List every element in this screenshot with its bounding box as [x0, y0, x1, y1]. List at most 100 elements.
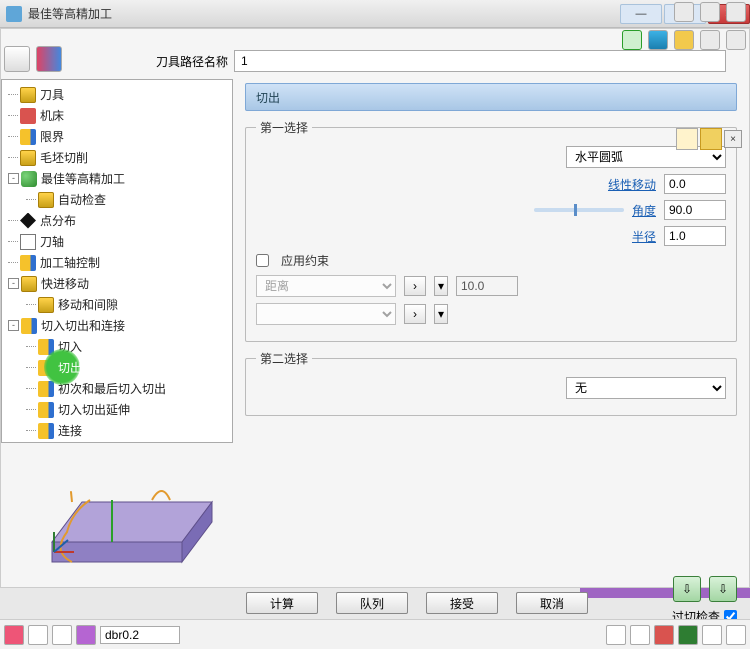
- bottom-toolbar: [0, 619, 750, 649]
- tree-item-icon: [38, 192, 54, 208]
- tree-item-icon: [20, 108, 36, 124]
- toolpath-name-label: 刀具路径名称: [156, 53, 228, 70]
- tree-item[interactable]: 刀轴: [4, 231, 230, 252]
- tree-item[interactable]: 机床: [4, 105, 230, 126]
- radius-input[interactable]: [664, 226, 726, 246]
- tree-item-icon: [20, 129, 36, 145]
- tree-item[interactable]: -最佳等高精加工: [4, 168, 230, 189]
- group-first-choice: 第一选择 水平圆弧 线性移动 角度 半径 应用约束: [245, 119, 737, 342]
- group-first-choice-legend: 第一选择: [256, 119, 312, 136]
- constraint-type2-select: [256, 303, 396, 325]
- tree-item[interactable]: 限界: [4, 126, 230, 147]
- tree-item[interactable]: 加工轴控制: [4, 252, 230, 273]
- bottom-icon-4[interactable]: [76, 625, 96, 645]
- tree-item-icon: [21, 318, 37, 334]
- tree-item-label: 切出: [58, 359, 82, 376]
- tree-item-label: 刀具: [40, 86, 64, 103]
- tree-item-icon: [20, 213, 36, 229]
- tree-item[interactable]: 毛坯切削: [4, 147, 230, 168]
- tree-item-label: 毛坯切削: [40, 149, 88, 166]
- toolbar-box-icon[interactable]: [726, 2, 746, 22]
- constraint-op2-stepper[interactable]: ›: [404, 304, 426, 324]
- tree-item-label: 初次和最后切入切出: [58, 380, 166, 397]
- tree-item-icon: [20, 255, 36, 271]
- tree-item-label: 自动检查: [58, 191, 106, 208]
- tree-expander-icon[interactable]: -: [8, 320, 19, 331]
- dialog-titlebar: 最佳等高精加工 — ▢ ✕: [0, 0, 750, 28]
- toolbar-calculator-icon[interactable]: [674, 2, 694, 22]
- angle-input[interactable]: [664, 200, 726, 220]
- tree-item-icon: [38, 423, 54, 439]
- header-icon-2[interactable]: [36, 46, 62, 72]
- nav-tree[interactable]: 刀具机床限界毛坯切削-最佳等高精加工自动检查点分布刀轴加工轴控制-快进移动移动和…: [1, 79, 233, 443]
- bottom-icon-3[interactable]: [52, 625, 72, 645]
- bottom-icon-1[interactable]: [4, 625, 24, 645]
- tree-item[interactable]: 初次和最后切入切出: [4, 378, 230, 399]
- accept-button[interactable]: 接受: [426, 592, 498, 614]
- constraint-op2-step-down[interactable]: ▾: [434, 304, 448, 324]
- bottom-icon-10[interactable]: [726, 625, 746, 645]
- view-tab-1[interactable]: [676, 128, 698, 150]
- toolbar-preferences-icon[interactable]: [700, 2, 720, 22]
- linear-move-input[interactable]: [664, 174, 726, 194]
- tree-item[interactable]: 切入: [4, 336, 230, 357]
- bottom-icon-2[interactable]: [28, 625, 48, 645]
- copy-to-right-button[interactable]: ⇩: [709, 576, 737, 602]
- tree-item-icon: [38, 360, 54, 376]
- angle-label[interactable]: 角度: [632, 202, 656, 219]
- preview-thumbnail: [12, 452, 232, 576]
- bottom-icon-8[interactable]: [678, 625, 698, 645]
- view-tab-close[interactable]: ×: [724, 130, 742, 148]
- tree-item[interactable]: 自动检查: [4, 189, 230, 210]
- tree-item[interactable]: 切出: [4, 357, 230, 378]
- tree-item-label: 切入切出和连接: [41, 317, 125, 334]
- tree-item-icon: [38, 381, 54, 397]
- tree-item[interactable]: 刀具: [4, 84, 230, 105]
- apply-constraint-checkbox[interactable]: [256, 254, 269, 267]
- group-second-choice-legend: 第二选择: [256, 350, 312, 367]
- panel-header: 切出: [245, 83, 737, 111]
- tree-item[interactable]: 切入切出延伸: [4, 399, 230, 420]
- bottom-icon-5[interactable]: [606, 625, 626, 645]
- bottom-icon-6[interactable]: [630, 625, 650, 645]
- tree-item-label: 刀轴: [40, 233, 64, 250]
- tree-item[interactable]: 点分布: [4, 210, 230, 231]
- tree-expander-icon[interactable]: -: [8, 173, 19, 184]
- tree-item[interactable]: - 快进移动: [4, 273, 230, 294]
- bottom-icon-9[interactable]: [702, 625, 722, 645]
- cancel-button[interactable]: 取消: [516, 592, 588, 614]
- linear-move-label[interactable]: 线性移动: [608, 176, 656, 193]
- tree-item[interactable]: - 切入切出和连接: [4, 315, 230, 336]
- tree-item-label: 切入切出延伸: [58, 401, 130, 418]
- angle-slider[interactable]: [534, 208, 624, 212]
- tree-item-label: 加工轴控制: [40, 254, 100, 271]
- window-minimize-button[interactable]: —: [620, 4, 662, 24]
- tree-item-icon: [38, 402, 54, 418]
- second-type-select[interactable]: 无: [566, 377, 726, 399]
- tree-item[interactable]: 连接: [4, 420, 230, 441]
- tree-item-label: 快进移动: [41, 275, 89, 292]
- tree-item-label: 限界: [40, 128, 64, 145]
- calculate-button[interactable]: 计算: [246, 592, 318, 614]
- tree-item-label: 点分布: [40, 212, 76, 229]
- tree-item-icon: [21, 276, 37, 292]
- group-second-choice: 第二选择 无: [245, 350, 737, 416]
- tree-item-icon: [21, 171, 37, 187]
- tree-item-icon: [20, 234, 36, 250]
- view-tab-2[interactable]: [700, 128, 722, 150]
- tree-item[interactable]: 移动和间隙: [4, 294, 230, 315]
- tree-expander-icon[interactable]: -: [8, 278, 19, 289]
- radius-label[interactable]: 半径: [632, 228, 656, 245]
- tree-item[interactable]: 点分布: [4, 441, 230, 443]
- constraint-op1-step-down[interactable]: ▾: [434, 276, 448, 296]
- constraint-op1-stepper[interactable]: ›: [404, 276, 426, 296]
- bottom-icon-7[interactable]: [654, 625, 674, 645]
- header-icon-1[interactable]: [4, 46, 30, 72]
- tree-item-icon: [38, 297, 54, 313]
- apply-constraint-label: 应用约束: [281, 252, 329, 269]
- copy-from-left-button[interactable]: ⇩: [673, 576, 701, 602]
- bottom-zoom-field[interactable]: [100, 626, 180, 644]
- tree-item-icon: [20, 87, 36, 103]
- app-icon: [6, 6, 22, 22]
- queue-button[interactable]: 队列: [336, 592, 408, 614]
